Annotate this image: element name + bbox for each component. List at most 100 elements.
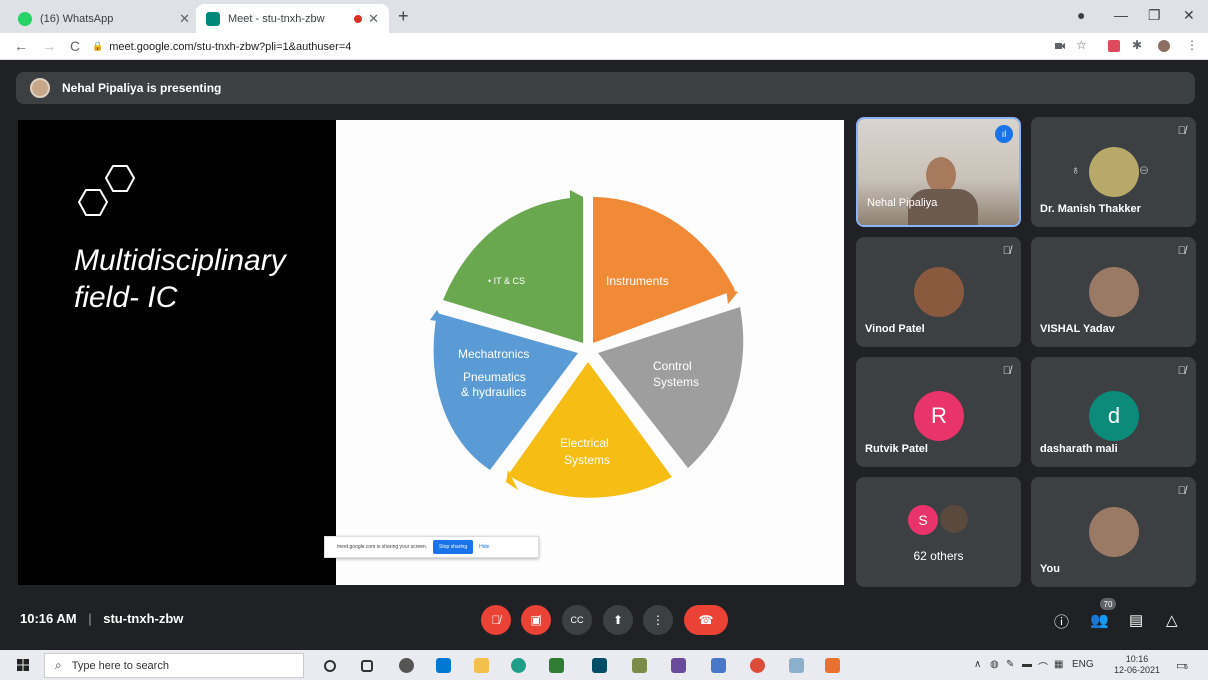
tab-title: (16) WhatsApp [40, 12, 114, 25]
people-icon[interactable]: 👥 [1090, 611, 1109, 629]
tray-expand-icon[interactable]: ∧ [974, 659, 981, 670]
mic-toggle-button[interactable]: 🎙̸ [481, 605, 511, 635]
maximize-button[interactable]: ❐ [1148, 7, 1161, 24]
extension-icon[interactable] [1108, 40, 1120, 52]
settings-icon[interactable] [399, 658, 414, 673]
profile-icon[interactable]: ● [1077, 7, 1085, 23]
edge-icon[interactable] [511, 658, 526, 673]
avatar: d [1089, 391, 1139, 441]
taskbar-clock[interactable]: 10:16 12-06-2021 [1114, 654, 1160, 676]
file-explorer-icon[interactable] [474, 658, 489, 673]
participant-tile[interactable]: 🎙̸ VISHAL Yadav [1031, 237, 1196, 347]
app-icon[interactable] [671, 658, 686, 673]
task-view-icon[interactable] [361, 660, 373, 672]
tray-app-icon[interactable]: ◍ [990, 659, 999, 670]
back-button[interactable]: ← [14, 38, 28, 54]
avatar [1089, 267, 1139, 317]
leave-call-button[interactable]: ☎ [684, 605, 728, 635]
presenting-text: Nehal Pipaliya is presenting [62, 81, 222, 95]
participant-tile[interactable]: 🎙̸ Vinod Patel [856, 237, 1021, 347]
present-button[interactable]: ⬆ [603, 605, 633, 635]
pin-icon[interactable]: ♁ [1071, 163, 1080, 177]
mail-icon[interactable] [436, 658, 451, 673]
wifi-icon[interactable]: ⌒ [1038, 659, 1048, 674]
address-bar[interactable]: 🔒 meet.google.com/stu-tnxh-zbw?pli=1&aut… [92, 37, 351, 56]
captions-button[interactable]: CC [562, 605, 592, 635]
app-icon[interactable] [789, 658, 804, 673]
participant-tile-self[interactable]: 🎙̸ You [1031, 477, 1196, 587]
battery-icon[interactable]: ▬ [1022, 659, 1032, 670]
pie-label: Control [653, 359, 692, 373]
close-tab-icon[interactable]: ✕ [179, 11, 190, 27]
app-icon[interactable] [711, 658, 726, 673]
participant-name: Vinod Patel [865, 323, 925, 335]
chat-icon[interactable]: ▤ [1129, 611, 1143, 629]
windows-start-icon[interactable] [17, 659, 29, 671]
participant-tile[interactable]: 🎙̸ ♁ ⊖ Dr. Manish Thakker [1031, 117, 1196, 227]
tab-meet[interactable]: Meet - stu-tnxh-zbw ✕ [196, 4, 389, 33]
menu-icon[interactable]: ⋮ [1186, 38, 1198, 52]
lock-icon: 🔒 [92, 41, 104, 51]
meeting-time: 10:16 AM [20, 611, 77, 626]
recording-icon [354, 14, 363, 23]
participant-tile[interactable]: 🎙̸ R Rutvik Patel [856, 357, 1021, 467]
app-icon[interactable] [632, 658, 647, 673]
language-indicator[interactable]: ENG [1072, 659, 1094, 670]
camera-toggle-button[interactable]: ▣̸ [521, 605, 551, 635]
slide-title-line2: field- IC [74, 281, 178, 314]
tab-title: Meet - stu-tnxh-zbw [228, 12, 325, 25]
avatar [1089, 147, 1139, 197]
hide-button[interactable]: Hide [479, 544, 489, 550]
search-placeholder: Type here to search [71, 659, 169, 672]
app-icon[interactable] [825, 658, 840, 673]
info-icon[interactable]: ⓘ [1054, 611, 1069, 632]
pie-label: Systems [564, 453, 610, 467]
url-text: meet.google.com/stu-tnxh-zbw?pli=1&authu… [109, 40, 352, 53]
cortana-icon[interactable] [324, 660, 336, 672]
mic-muted-icon: 🎙̸ [1177, 125, 1186, 137]
meet-control-bar: 10:16 AM | stu-tnxh-zbw 🎙̸ ▣̸ CC ⬆ ⋮ ☎ ⓘ… [0, 596, 1208, 644]
close-tab-icon[interactable]: ✕ [368, 11, 379, 27]
reload-button[interactable]: C [70, 38, 80, 54]
mic-muted-icon: 🎙̸ [1177, 485, 1186, 497]
avatar[interactable] [1158, 40, 1170, 52]
activities-icon[interactable]: △ [1166, 611, 1178, 629]
new-tab-button[interactable]: + [398, 6, 409, 27]
whatsapp-icon [18, 11, 32, 26]
tray-app-icon[interactable]: ▦ [1054, 659, 1063, 670]
windows-taskbar: ⌕ Type here to search ∧ ◍ ✎ ▬ ⌒ ▦ ENG 10… [0, 650, 1208, 680]
stop-sharing-button[interactable]: Stop sharing [433, 540, 474, 554]
avatar [914, 267, 964, 317]
slide-title-line1: Multidisciplinary [74, 244, 286, 277]
more-options-button[interactable]: ⋮ [643, 605, 673, 635]
camera-icon[interactable] [1054, 40, 1066, 52]
browser-toolbar: ← → C 🔒 meet.google.com/stu-tnxh-zbw?pli… [0, 33, 1208, 60]
tab-whatsapp[interactable]: (16) WhatsApp ✕ [8, 4, 200, 33]
mic-muted-icon: 🎙̸ [1177, 245, 1186, 257]
participant-tile[interactable]: 🎙̸ d dasharath mali [1031, 357, 1196, 467]
remove-icon[interactable]: ⊖ [1139, 163, 1149, 177]
pie-label: Pneumatics [463, 370, 526, 384]
close-window-button[interactable]: ✕ [1183, 7, 1195, 24]
mic-muted-icon: 🎙̸ [1002, 365, 1011, 377]
app-icon[interactable] [592, 658, 607, 673]
meeting-code: stu-tnxh-zbw [103, 611, 184, 626]
puzzle-icon[interactable]: ✱ [1132, 38, 1144, 52]
pie-label: • IT & CS [488, 276, 525, 286]
minimize-button[interactable]: — [1114, 7, 1128, 23]
pen-icon[interactable]: ✎ [1006, 659, 1014, 670]
participant-name: Dr. Manish Thakker [1040, 203, 1141, 215]
star-icon[interactable]: ☆ [1076, 38, 1088, 52]
pie-diagram: • IT & CS Instruments Control Systems El… [430, 190, 744, 498]
chrome-icon[interactable] [750, 658, 765, 673]
others-tile[interactable]: S 62 others [856, 477, 1021, 587]
pie-label: Mechatronics [458, 347, 529, 361]
participant-tile[interactable]: ıl Nehal Pipaliya [856, 117, 1021, 227]
divider: | [88, 611, 92, 626]
taskbar-search-box[interactable]: ⌕ Type here to search [44, 653, 304, 678]
forward-button[interactable]: → [42, 38, 56, 54]
participant-name: Rutvik Patel [865, 443, 928, 455]
pie-arrow-instruments [726, 288, 738, 304]
app-icon[interactable] [549, 658, 564, 673]
search-icon: ⌕ [55, 658, 62, 672]
